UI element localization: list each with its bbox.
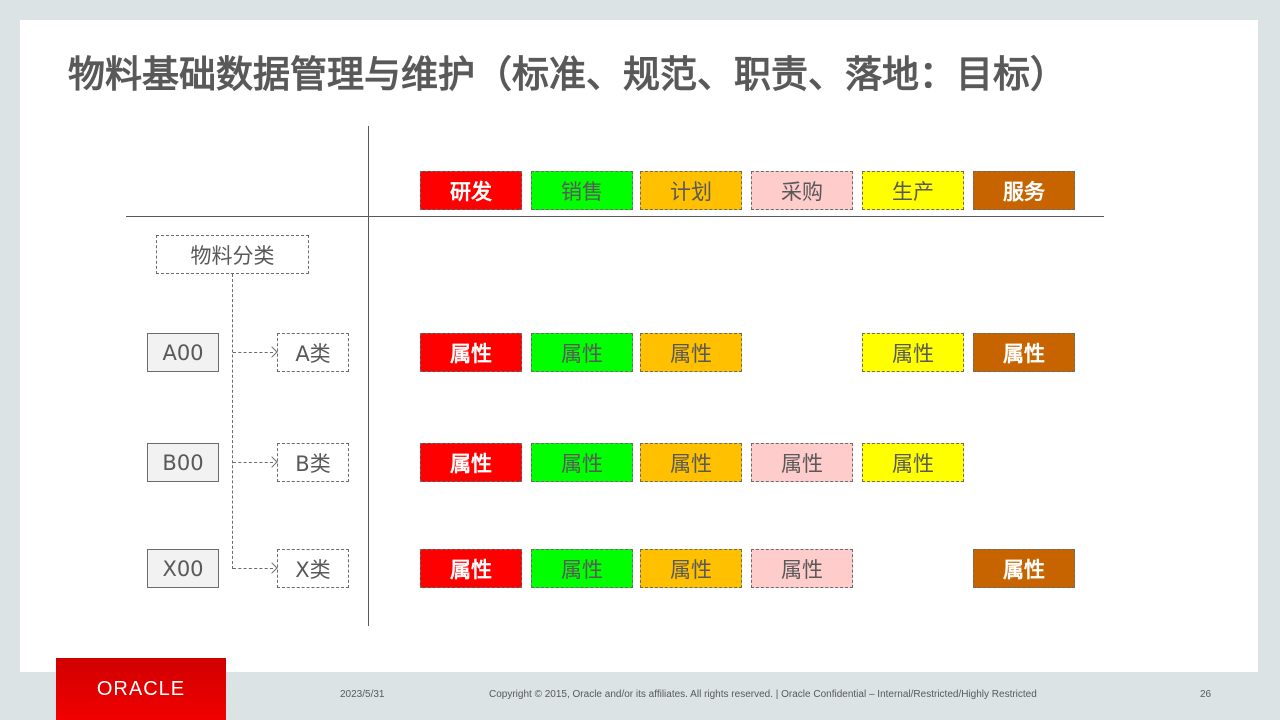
material-class-label: X类 bbox=[295, 557, 331, 582]
attribute-box-label: 属性 bbox=[1003, 557, 1045, 582]
attribute-box-label: 属性 bbox=[450, 451, 492, 476]
attribute-box-label: 属性 bbox=[561, 341, 603, 366]
material-class-box: A类 bbox=[277, 333, 349, 372]
oracle-logo-text: ORACLE bbox=[96, 677, 186, 700]
horizontal-divider bbox=[126, 216, 1104, 217]
department-box: 采购 bbox=[751, 171, 853, 210]
attribute-box: 属性 bbox=[420, 443, 522, 482]
attribute-box: 属性 bbox=[862, 333, 964, 372]
material-code-label: B00 bbox=[162, 450, 204, 475]
footer-page-number: 26 bbox=[1200, 689, 1212, 700]
attribute-box-label: 属性 bbox=[561, 557, 603, 582]
material-class-box: B类 bbox=[277, 443, 349, 482]
attribute-box: 属性 bbox=[751, 549, 853, 588]
department-box: 计划 bbox=[640, 171, 742, 210]
department-box: 研发 bbox=[420, 171, 522, 210]
attribute-box-label: 属性 bbox=[670, 451, 712, 476]
material-classification-label: 物料分类 bbox=[190, 243, 275, 268]
footer-date: 2023/5/31 bbox=[340, 689, 385, 700]
material-classification-box: 物料分类 bbox=[156, 235, 309, 274]
footer-copyright: Copyright © 2015, Oracle and/or its affi… bbox=[489, 689, 1037, 700]
attribute-box: 属性 bbox=[640, 549, 742, 588]
attribute-box: 属性 bbox=[640, 333, 742, 372]
attribute-box: 属性 bbox=[973, 549, 1075, 588]
attribute-box: 属性 bbox=[531, 549, 633, 588]
material-code-label: A00 bbox=[162, 340, 204, 365]
attribute-box: 属性 bbox=[973, 333, 1075, 372]
material-code-box: B00 bbox=[147, 443, 219, 482]
attribute-box: 属性 bbox=[640, 443, 742, 482]
vertical-divider bbox=[368, 126, 369, 626]
attribute-box: 属性 bbox=[531, 443, 633, 482]
material-code-box: X00 bbox=[147, 549, 219, 588]
attribute-box-label: 属性 bbox=[781, 557, 823, 582]
department-box-label: 研发 bbox=[450, 179, 492, 204]
attribute-box: 属性 bbox=[862, 443, 964, 482]
department-box-label: 采购 bbox=[781, 179, 823, 204]
attribute-box-label: 属性 bbox=[561, 451, 603, 476]
material-class-label: A类 bbox=[295, 341, 331, 366]
material-class-box: X类 bbox=[277, 549, 349, 588]
attribute-box-label: 属性 bbox=[892, 341, 934, 366]
material-code-box: A00 bbox=[147, 333, 219, 372]
department-box: 生产 bbox=[862, 171, 964, 210]
attribute-box-label: 属性 bbox=[670, 341, 712, 366]
attribute-box-label: 属性 bbox=[781, 451, 823, 476]
slide-title: 物料基础数据管理与维护（标准、规范、职责、落地：目标） bbox=[68, 53, 1067, 96]
department-box-label: 生产 bbox=[892, 179, 934, 204]
attribute-box: 属性 bbox=[420, 549, 522, 588]
tree-trunk-connector bbox=[232, 274, 233, 569]
attribute-box-label: 属性 bbox=[892, 451, 934, 476]
department-box-label: 销售 bbox=[561, 179, 603, 204]
material-code-label: X00 bbox=[162, 556, 204, 581]
attribute-box: 属性 bbox=[751, 443, 853, 482]
department-box-label: 计划 bbox=[670, 179, 712, 204]
oracle-logo: ORACLE bbox=[56, 658, 226, 720]
department-box: 销售 bbox=[531, 171, 633, 210]
attribute-box: 属性 bbox=[531, 333, 633, 372]
material-class-label: B类 bbox=[295, 451, 331, 476]
attribute-box-label: 属性 bbox=[670, 557, 712, 582]
attribute-box-label: 属性 bbox=[1003, 341, 1045, 366]
attribute-box-label: 属性 bbox=[450, 341, 492, 366]
attribute-box: 属性 bbox=[420, 333, 522, 372]
department-box: 服务 bbox=[973, 171, 1075, 210]
department-box-label: 服务 bbox=[1003, 179, 1045, 204]
attribute-box-label: 属性 bbox=[450, 557, 492, 582]
